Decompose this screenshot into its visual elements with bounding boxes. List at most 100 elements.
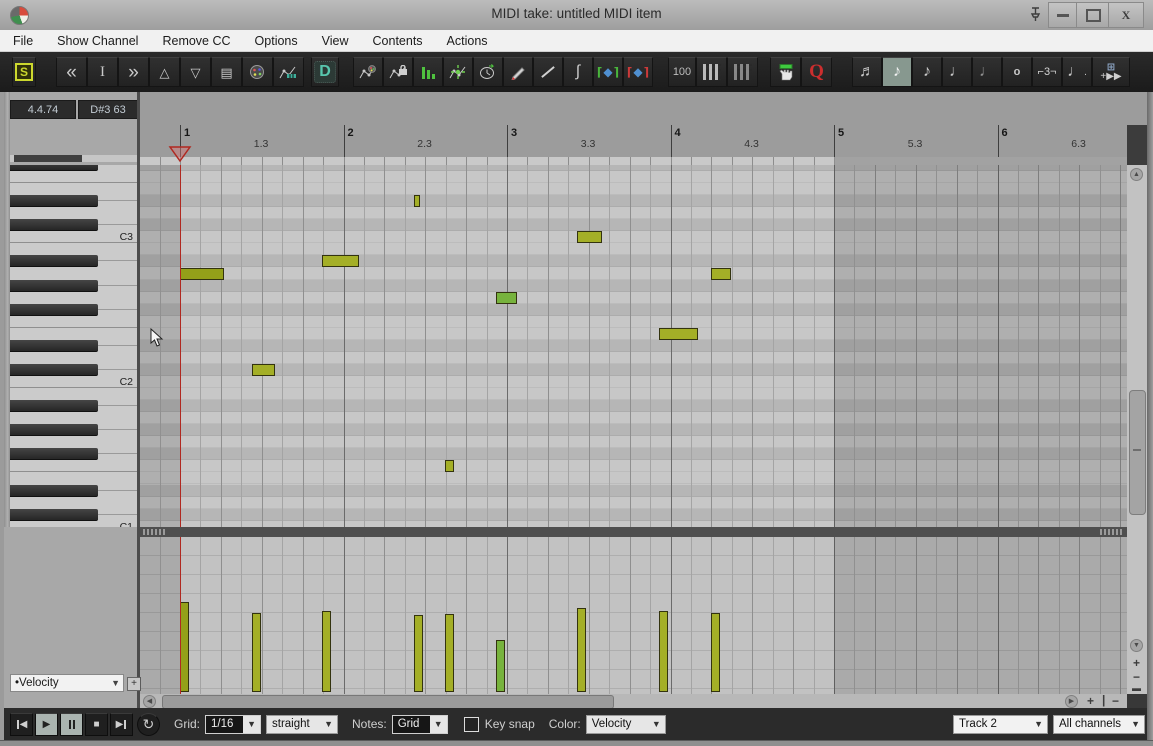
horizontal-scroll-thumb[interactable] <box>162 695 614 709</box>
toolbar-button-cc-lane-keys[interactable] <box>273 57 304 87</box>
grid-type-select[interactable]: straight ▼ <box>266 714 339 734</box>
stop-button[interactable]: ■ <box>85 712 108 736</box>
vertical-scrollbar[interactable]: ▲ ▼ + − ▬ <box>1127 165 1147 694</box>
midi-note-a2[interactable] <box>180 267 224 280</box>
splitter-grip-right[interactable] <box>1100 529 1124 535</box>
piano-roll-grid[interactable] <box>140 165 1127 527</box>
black-key[interactable] <box>10 508 98 521</box>
toolbar-button-select-red[interactable]: ⌈ ◆ ⌉ <box>623 57 653 87</box>
black-key[interactable] <box>10 195 98 208</box>
piano-key-g1[interactable] <box>10 436 137 448</box>
piano-key-fs1[interactable] <box>10 448 137 461</box>
color-mode-select[interactable]: Velocity ▼ <box>585 714 666 734</box>
go-start-button[interactable]: ◀ <box>10 712 33 736</box>
grid-size-select[interactable]: 1/16 ▼ <box>205 714 262 734</box>
maximize-button[interactable] <box>1076 2 1110 28</box>
toolbar-button-velocity-stalks[interactable] <box>413 57 443 87</box>
piano-key-as2[interactable] <box>10 255 137 268</box>
velocity-lane[interactable] <box>140 537 1127 694</box>
toolbar-button-note-len-8b[interactable]: ♪ <box>912 57 942 87</box>
edit-cursor-marker[interactable] <box>168 146 192 163</box>
toolbar-button-event-list[interactable]: ▤ <box>211 57 242 87</box>
piano-key-e2[interactable] <box>10 328 137 340</box>
toolbar-button-move-points[interactable] <box>443 57 473 87</box>
toolbar-button-quantize[interactable]: Q <box>801 57 832 87</box>
midi-note-cs2[interactable] <box>252 363 275 376</box>
menu-item-remove-cc[interactable]: Remove CC <box>162 34 230 48</box>
toolbar-button-note-colors[interactable] <box>242 57 273 87</box>
toolbar-button-edit-cursor-tool[interactable]: I <box>87 57 118 87</box>
piano-key-gs1[interactable] <box>10 424 137 437</box>
toolbar-button-nav-prev[interactable]: « <box>56 57 87 87</box>
notes-length-select[interactable]: Grid ▼ <box>391 714 448 734</box>
midi-note-c3[interactable] <box>577 231 602 244</box>
toolbar-button-source-s[interactable]: S <box>12 57 36 87</box>
repeat-button[interactable]: ↻ <box>137 712 160 736</box>
toolbar-button-grid-sparse[interactable] <box>727 57 758 87</box>
add-cc-lane-button[interactable]: + <box>127 677 141 691</box>
black-key[interactable] <box>10 303 98 316</box>
toolbar-button-nav-next[interactable]: » <box>118 57 149 87</box>
piano-key-f2[interactable] <box>10 316 137 328</box>
piano-key-c3[interactable]: C3 <box>10 231 137 244</box>
scroll-left-icon[interactable]: ◀ <box>143 694 156 708</box>
piano-key-cs2[interactable] <box>10 363 137 376</box>
piano-key-gs2[interactable] <box>10 279 137 292</box>
key-snap-checkbox[interactable] <box>463 716 479 732</box>
black-key[interactable] <box>10 219 98 232</box>
vzoom-fit-icon[interactable]: ▬ <box>1132 682 1141 694</box>
horizontal-scrollbar[interactable]: ◀ ▶ + | − <box>140 694 1127 709</box>
toolbar-button-envelope-color[interactable] <box>353 57 383 87</box>
piano-keyboard[interactable]: C3 C2 C1 <box>10 165 137 527</box>
velocity-bar[interactable] <box>659 611 668 692</box>
velocity-bar[interactable] <box>577 608 586 692</box>
menu-item-file[interactable]: File <box>13 34 33 48</box>
piano-key-e3[interactable] <box>10 183 137 195</box>
splitter-grip-left[interactable] <box>143 529 167 535</box>
scroll-down-icon[interactable]: ▼ <box>1130 639 1143 652</box>
keyboard-zoom-scrollbar[interactable] <box>10 155 137 162</box>
scroll-right-icon[interactable]: ▶ <box>1065 694 1078 708</box>
piano-key-a1[interactable] <box>10 412 137 424</box>
timeline-ruler[interactable]: 1 2 3 4 5 6 1.3 2.3 3.3 4.3 5.3 6.3 <box>140 92 1127 165</box>
piano-key-d2[interactable] <box>10 352 137 364</box>
black-key[interactable] <box>10 448 98 461</box>
minimize-button[interactable] <box>1048 2 1078 28</box>
hzoom-in-icon[interactable]: + <box>1087 695 1094 707</box>
piano-key-cs1[interactable] <box>10 508 137 521</box>
piano-key-cs3[interactable] <box>10 219 137 232</box>
black-key[interactable] <box>10 279 98 292</box>
piano-key-b1[interactable] <box>10 388 137 400</box>
black-key[interactable] <box>10 424 98 437</box>
track-select[interactable]: Track 2 ▼ <box>953 714 1048 734</box>
menu-item-actions[interactable]: Actions <box>447 34 488 48</box>
menu-item-view[interactable]: View <box>322 34 349 48</box>
toolbar-button-grid-dense[interactable] <box>696 57 727 87</box>
close-button[interactable]: X <box>1108 2 1144 28</box>
piano-key-as1[interactable] <box>10 400 137 413</box>
vertical-scroll-thumb[interactable] <box>1129 390 1146 515</box>
toolbar-button-note-len-16[interactable]: ♬ <box>852 57 882 87</box>
piano-key-c2[interactable]: C2 <box>10 376 137 389</box>
toolbar-button-select-green[interactable]: ⌈ ◆ ⌉ <box>593 57 623 87</box>
toolbar-button-note-len-8[interactable]: ♪ <box>882 57 912 87</box>
piano-key-ds3[interactable] <box>10 195 137 208</box>
play-button[interactable]: ▶ <box>35 712 58 736</box>
velocity-bar[interactable] <box>252 613 261 692</box>
piano-key-f1[interactable] <box>10 460 137 473</box>
cc-lane-selector[interactable]: • Velocity ▼ <box>10 674 124 692</box>
toolbar-button-note-len-2[interactable]: ♩ <box>972 57 1002 87</box>
black-key[interactable] <box>10 400 98 413</box>
channel-filter-select[interactable]: All channels ▼ <box>1053 714 1145 734</box>
midi-note-f1[interactable] <box>445 460 454 473</box>
toolbar-button-transpose-down[interactable]: ▽ <box>180 57 211 87</box>
midi-note-as2[interactable] <box>322 255 359 268</box>
toolbar-button-time-tool[interactable] <box>473 57 503 87</box>
menu-item-options[interactable]: Options <box>255 34 298 48</box>
toolbar-button-draw-tool[interactable] <box>503 57 533 87</box>
toolbar-button-note-len-grid[interactable]: ⊞ +▶▶ <box>1092 57 1130 87</box>
black-key[interactable] <box>10 339 98 352</box>
midi-note-g2[interactable] <box>496 291 517 304</box>
black-key[interactable] <box>10 363 98 376</box>
scroll-up-icon[interactable]: ▲ <box>1130 168 1143 181</box>
